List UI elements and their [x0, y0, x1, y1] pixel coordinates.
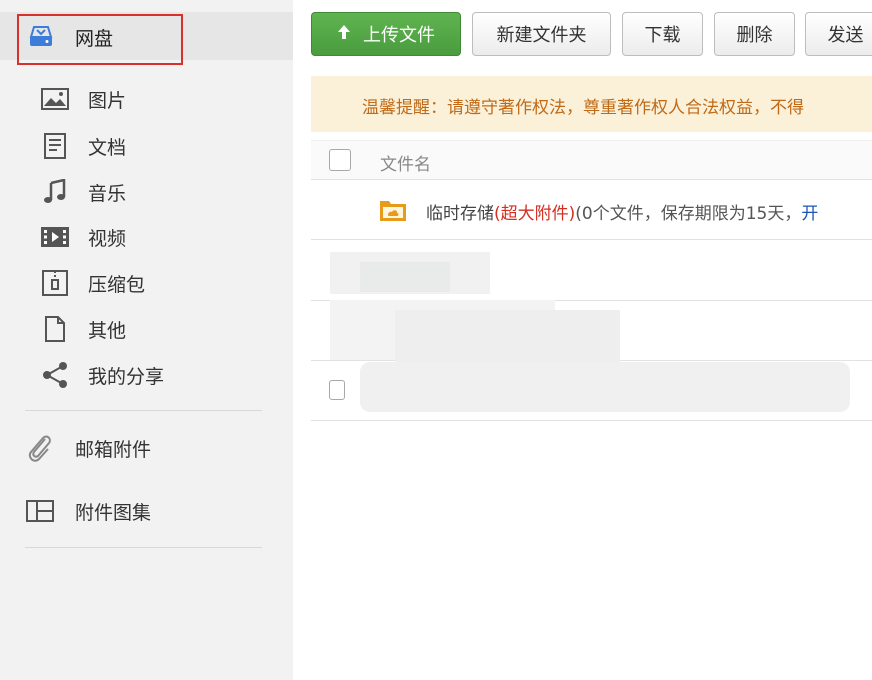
- table-row[interactable]: 临时存储(超大附件)(0个文件，保存期限为15天，开: [311, 180, 872, 240]
- blurred-content: [360, 262, 450, 292]
- select-all-checkbox[interactable]: [329, 149, 351, 171]
- folder-icon: [380, 201, 406, 221]
- archive-icon: [40, 270, 70, 296]
- file-table-header: 文件名: [311, 140, 872, 180]
- netdisk-icon: [29, 26, 53, 46]
- sidebar-item-images[interactable]: 图片: [40, 84, 270, 114]
- sidebar-item-label: 视频: [88, 227, 127, 250]
- file-icon: [40, 316, 70, 342]
- sidebar: 网盘 图片 文档 音乐 视频 压缩包 其他 我的分享 邮箱附件 附件图集: [0, 0, 293, 680]
- folder-name[interactable]: 临时存储: [426, 204, 494, 224]
- sidebar-item-video[interactable]: 视频: [40, 222, 270, 252]
- copyright-notice: 温馨提醒：请遵守著作权法，尊重著作权人合法权益，不得: [311, 76, 872, 132]
- folder-info: (0个文件，保存期限为15天，: [575, 204, 802, 224]
- sidebar-item-my-share[interactable]: 我的分享: [40, 360, 270, 390]
- sidebar-item-label: 压缩包: [88, 273, 146, 296]
- row-checkbox[interactable]: [329, 380, 345, 400]
- paperclip-icon: [25, 434, 55, 462]
- sidebar-item-label: 附件图集: [75, 501, 152, 524]
- sidebar-divider: [25, 410, 262, 411]
- arrow-up-icon: [337, 24, 351, 45]
- folder-action-link[interactable]: 开: [801, 204, 818, 224]
- image-icon: [40, 86, 70, 112]
- netdisk-app: 网盘 图片 文档 音乐 视频 压缩包 其他 我的分享 邮箱附件 附件图集 上传文…: [0, 0, 872, 680]
- sidebar-item-label: 图片: [88, 89, 127, 112]
- blurred-content: [360, 362, 850, 412]
- sidebar-item-label: 文档: [88, 136, 127, 159]
- upload-file-label: 上传文件: [363, 25, 435, 46]
- new-folder-button[interactable]: 新建文件夹: [472, 12, 611, 56]
- row-divider: [311, 420, 872, 421]
- music-note-icon: [40, 179, 70, 205]
- netdisk-label: 网盘: [75, 28, 114, 50]
- sidebar-item-other[interactable]: 其他: [40, 314, 270, 344]
- file-name-line: 临时存储(超大附件)(0个文件，保存期限为15天，开: [426, 199, 818, 224]
- video-icon: [40, 224, 70, 250]
- sidebar-item-music[interactable]: 音乐: [40, 177, 270, 207]
- upload-file-button[interactable]: 上传文件: [311, 12, 461, 56]
- sidebar-item-label: 我的分享: [88, 365, 165, 388]
- gallery-icon: [25, 497, 55, 525]
- sidebar-item-archives[interactable]: 压缩包: [40, 268, 270, 298]
- column-header-filename[interactable]: 文件名: [380, 150, 431, 175]
- blurred-content: [395, 310, 620, 362]
- sidebar-item-attachment-gallery[interactable]: 附件图集: [25, 495, 265, 527]
- notice-text: 温馨提醒：请遵守著作权法，尊重著作权人合法权益，不得: [362, 98, 804, 118]
- large-attachment-tag: (超大附件): [494, 204, 576, 224]
- share-icon: [40, 362, 70, 388]
- sidebar-item-mail-attachments[interactable]: 邮箱附件: [25, 432, 265, 464]
- sidebar-divider: [25, 547, 262, 548]
- send-button[interactable]: 发送: [805, 12, 872, 56]
- document-icon: [40, 133, 70, 159]
- sidebar-item-documents[interactable]: 文档: [40, 131, 270, 161]
- sidebar-item-label: 邮箱附件: [75, 438, 152, 461]
- sidebar-item-label: 音乐: [88, 182, 127, 205]
- delete-button[interactable]: 删除: [714, 12, 795, 56]
- download-button[interactable]: 下载: [622, 12, 703, 56]
- sidebar-item-label: 其他: [88, 319, 127, 342]
